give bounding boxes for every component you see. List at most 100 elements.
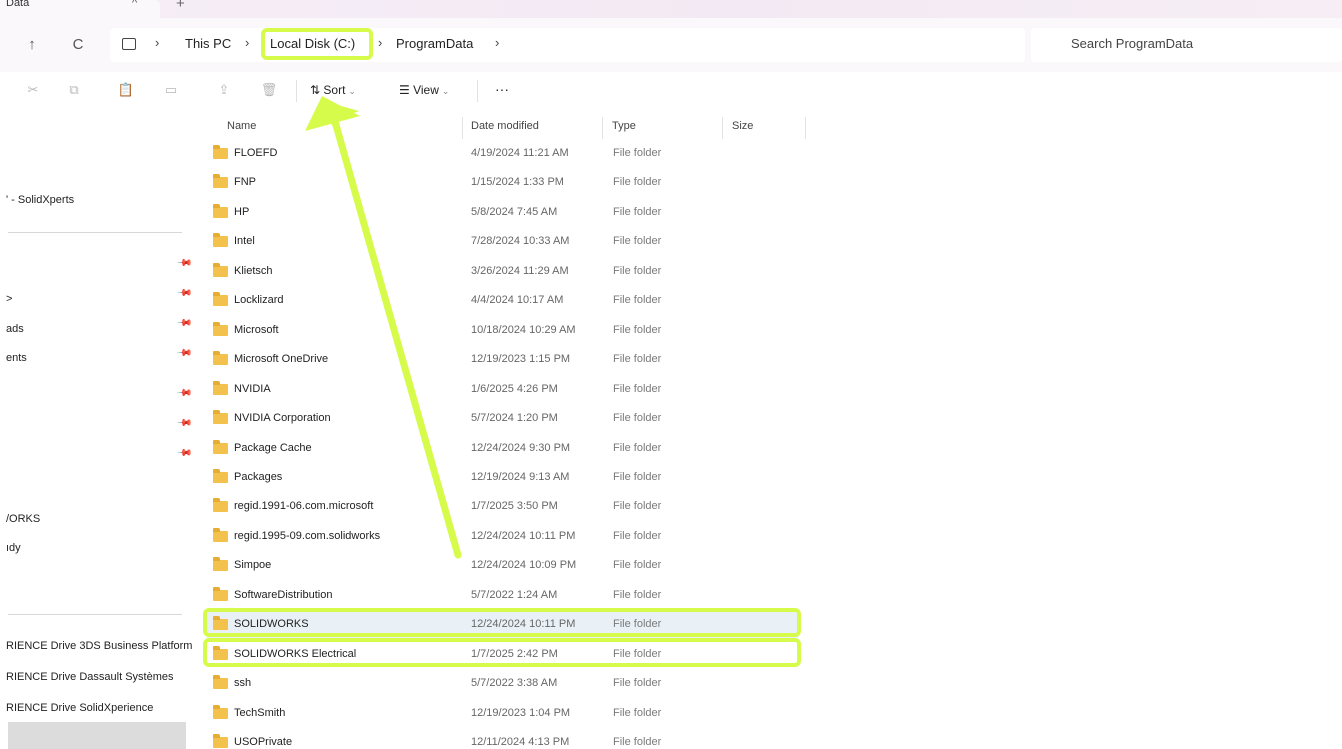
file-row[interactable]: SoftwareDistribution 5/7/2022 1:24 AM File… bbox=[207, 581, 799, 609]
delete-icon[interactable]: 🗑 bbox=[260, 81, 278, 99]
file-date: 1/7/2025 3:50 PM bbox=[471, 500, 558, 512]
column-header-name[interactable]: Name bbox=[227, 120, 256, 132]
column-divider[interactable] bbox=[462, 117, 463, 139]
file-date: 5/7/2022 3:38 AM bbox=[471, 677, 558, 689]
file-type: File folder bbox=[613, 265, 662, 277]
breadcrumb-programdata[interactable]: ProgramData bbox=[396, 36, 473, 51]
tab-title: Data bbox=[6, 0, 30, 9]
nav-item-quick-access[interactable]: > bbox=[6, 293, 12, 305]
file-date: 12/11/2024 4:13 PM bbox=[471, 736, 570, 748]
nav-divider bbox=[8, 614, 182, 615]
nav-item-dassault-systemes[interactable]: RIENCE Drive Dassault Systèmes bbox=[6, 671, 174, 683]
file-name: Microsoft bbox=[234, 324, 279, 336]
nav-item-documents[interactable]: ents bbox=[6, 352, 27, 364]
folder-icon bbox=[213, 351, 228, 365]
file-row[interactable]: Intel 7/28/2024 10:33 AM File folder bbox=[207, 227, 799, 255]
column-divider[interactable] bbox=[805, 117, 806, 139]
tab-active[interactable]: Data ^ bbox=[0, 0, 160, 18]
refresh-icon[interactable]: C bbox=[66, 32, 90, 56]
file-row[interactable]: Simpoe 12/24/2024 10:09 PM File folder bbox=[207, 551, 799, 579]
address-bar[interactable]: › This PC › Local Disk (C:) › ProgramDat… bbox=[110, 28, 1025, 62]
file-row[interactable]: Microsoft 10/18/2024 10:29 AM File folder bbox=[207, 316, 799, 344]
file-row[interactable]: regid.1991-06.com.microsoft 1/7/2025 3:50… bbox=[207, 492, 799, 520]
file-name: regid.1991-06.com.microsoft bbox=[234, 500, 374, 512]
column-header-date[interactable]: Date modified bbox=[471, 120, 539, 132]
nav-selection[interactable] bbox=[8, 722, 186, 749]
file-row[interactable]: Klietsch 3/26/2024 11:29 AM File folder bbox=[207, 257, 799, 285]
column-header-size[interactable]: Size bbox=[732, 120, 753, 132]
file-row[interactable]: USOPrivate 12/11/2024 4:13 PM File folder bbox=[207, 728, 799, 749]
paste-icon[interactable]: 📋 bbox=[117, 81, 135, 99]
copy-icon[interactable]: ⧉ bbox=[65, 81, 83, 99]
file-date: 7/28/2024 10:33 AM bbox=[471, 235, 570, 247]
file-row[interactable]: NVIDIA Corporation 5/7/2024 1:20 PM File f… bbox=[207, 404, 799, 432]
new-tab-icon[interactable]: + bbox=[176, 0, 185, 12]
cut-icon[interactable]: ✂ bbox=[24, 81, 42, 99]
search-box[interactable]: Search ProgramData bbox=[1031, 28, 1342, 62]
folder-icon bbox=[213, 675, 228, 689]
file-date: 1/15/2024 1:33 PM bbox=[471, 176, 564, 188]
sort-button[interactable]: ⇅ Sort ⌄ bbox=[310, 83, 356, 97]
search-input[interactable]: Search ProgramData bbox=[1071, 36, 1193, 51]
file-date: 12/24/2024 10:11 PM bbox=[471, 530, 576, 542]
nav-item-3ds-business-platform[interactable]: RIENCE Drive 3DS Business Platform bbox=[6, 640, 192, 652]
file-row[interactable]: HP 5/8/2024 7:45 AM File folder bbox=[207, 198, 799, 226]
file-type: File folder bbox=[613, 353, 662, 365]
file-name: SoftwareDistribution bbox=[234, 589, 333, 601]
tab-strip: Data ^ + bbox=[0, 0, 1342, 18]
nav-item-solidworks[interactable]: /ORKS bbox=[6, 513, 40, 525]
file-name: FLOEFD bbox=[234, 147, 278, 159]
file-name: Microsoft OneDrive bbox=[234, 353, 329, 365]
folder-icon bbox=[213, 410, 228, 424]
file-row[interactable]: Packages 12/19/2024 9:13 AM File folder bbox=[207, 463, 799, 491]
file-type: File folder bbox=[613, 589, 662, 601]
file-date: 12/24/2024 10:09 PM bbox=[471, 559, 577, 571]
file-type: File folder bbox=[613, 324, 662, 336]
file-type: File folder bbox=[613, 471, 662, 483]
folder-icon bbox=[213, 469, 228, 483]
pin-icon: 📌 bbox=[175, 255, 193, 272]
file-row[interactable]: NVIDIA 1/6/2025 4:26 PM File folder bbox=[207, 375, 799, 403]
file-type: File folder bbox=[613, 736, 662, 748]
file-name: FNP bbox=[234, 176, 256, 188]
file-name: USOPrivate bbox=[234, 736, 293, 748]
nav-item-downloads[interactable]: ads bbox=[6, 323, 24, 335]
share-icon[interactable]: ⇪ bbox=[215, 81, 233, 99]
folder-icon bbox=[213, 233, 228, 247]
column-header-type[interactable]: Type bbox=[612, 120, 636, 132]
file-date: 5/8/2024 7:45 AM bbox=[471, 206, 558, 218]
view-button[interactable]: ☰ View ⌄ bbox=[399, 83, 449, 97]
pin-icon: 📌 bbox=[175, 285, 193, 302]
file-row[interactable]: Microsoft OneDrive 12/19/2023 1:15 PM File… bbox=[207, 345, 799, 373]
annotation-highlight-local-disk bbox=[261, 28, 373, 60]
annotation-highlight-row bbox=[203, 638, 801, 667]
file-name: NVIDIA bbox=[234, 383, 271, 395]
file-row[interactable]: TechSmith 12/19/2023 1:04 PM File folder bbox=[207, 699, 799, 727]
file-row[interactable]: Locklizard 4/4/2024 10:17 AM File folder bbox=[207, 286, 799, 314]
chevron-right-icon: › bbox=[245, 35, 250, 50]
file-row[interactable]: Package Cache 12/24/2024 9:30 PM File fold… bbox=[207, 434, 799, 462]
folder-icon bbox=[213, 528, 228, 542]
file-type: File folder bbox=[613, 559, 662, 571]
file-name: TechSmith bbox=[234, 707, 286, 719]
nav-item-study[interactable]: ıdy bbox=[6, 542, 21, 554]
file-type: File folder bbox=[613, 412, 662, 424]
column-divider[interactable] bbox=[722, 117, 723, 139]
file-row[interactable]: ssh 5/7/2022 3:38 AM File folder bbox=[207, 669, 799, 697]
file-date: 12/24/2024 9:30 PM bbox=[471, 442, 571, 454]
chevron-up-icon[interactable]: ^ bbox=[132, 0, 137, 9]
file-row[interactable]: FLOEFD 4/19/2024 11:21 AM File folder bbox=[207, 139, 799, 167]
up-arrow-icon[interactable]: ↑ bbox=[20, 32, 44, 56]
file-row[interactable]: regid.1995-09.com.solidworks 12/24/2024 1… bbox=[207, 522, 799, 550]
file-name: Locklizard bbox=[234, 294, 284, 306]
file-name: NVIDIA Corporation bbox=[234, 412, 331, 424]
folder-icon bbox=[213, 322, 228, 336]
rename-icon[interactable]: ▭ bbox=[162, 81, 180, 99]
breadcrumb-this-pc[interactable]: This PC bbox=[185, 36, 231, 51]
annotation-highlight-row bbox=[203, 608, 801, 637]
column-divider[interactable] bbox=[602, 117, 603, 139]
nav-item-solidxperience[interactable]: RIENCE Drive SolidXperience bbox=[6, 702, 153, 714]
nav-item-onedrive[interactable]: ' - SolidXperts bbox=[6, 194, 74, 206]
more-options-button[interactable]: ··· bbox=[495, 81, 509, 97]
file-row[interactable]: FNP 1/15/2024 1:33 PM File folder bbox=[207, 168, 799, 196]
